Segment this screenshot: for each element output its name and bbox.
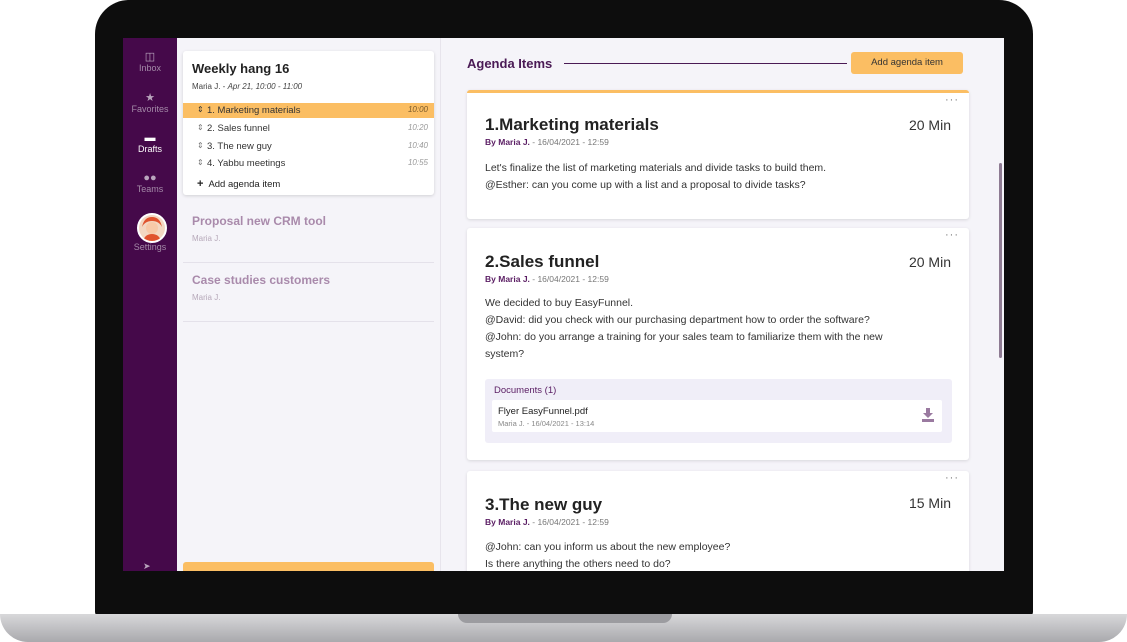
author-name: Maria J. (498, 137, 530, 147)
agenda-item-body: @John: can you inform us about the new e… (485, 539, 955, 571)
agenda-item-author: By Maria J. - 16/04/2021 - 12:59 (485, 274, 609, 284)
agenda-item-body: We decided to buy EasyFunnel. @David: di… (485, 295, 955, 363)
reorder-icon[interactable]: ⇕ (197, 123, 204, 132)
rail-item-settings[interactable]: Settings (123, 242, 177, 252)
agenda-row-label: 3. The new guy (207, 141, 272, 152)
folder-icon: ▬ (144, 132, 156, 144)
new-meeting-button[interactable] (183, 562, 434, 571)
rail-label: Inbox (138, 63, 162, 73)
agenda-row-label: 2. Sales funnel (207, 123, 270, 134)
teams-icon: ●● (143, 172, 157, 184)
body-line: Is there anything the others need to do? (485, 558, 671, 570)
rail-item-inbox[interactable]: ◫ Inbox (123, 51, 177, 73)
author-date: - 16/04/2021 - 12:59 (529, 517, 609, 527)
rail-label: Favorites (131, 104, 169, 114)
logout-icon[interactable]: ➤ (143, 561, 151, 571)
agenda-row[interactable]: ⇕ 4. Yabbu meetings 10:55 (183, 156, 434, 171)
meeting-organizer: Maria J. (192, 82, 221, 91)
more-options-icon[interactable]: ··· (945, 94, 959, 106)
nav-rail: ◫ Inbox ★ Favorites ▬ Drafts ●● Teams Se… (123, 38, 177, 571)
add-agenda-label: Add agenda item (208, 179, 281, 190)
body-line: We decided to buy EasyFunnel. (485, 297, 634, 309)
documents-title: Documents (1) (494, 385, 557, 396)
rail-label: Teams (136, 184, 164, 194)
agenda-row-time: 10:00 (407, 105, 428, 114)
laptop-notch (458, 614, 672, 623)
panel-title: Agenda Items (467, 56, 553, 71)
author-name: Maria J. (498, 517, 530, 527)
agenda-row[interactable]: ⇕ 1. Marketing materials 10:00 (183, 103, 434, 118)
agenda-item-title: 2.Sales funnel (485, 252, 600, 271)
by-prefix: By (485, 517, 496, 527)
rail-label: Settings (133, 242, 167, 252)
agenda-item-duration: 20 Min (908, 254, 951, 270)
app-screen: ◫ Inbox ★ Favorites ▬ Drafts ●● Teams Se… (123, 38, 1004, 571)
agenda-row-time: 10:40 (407, 141, 428, 150)
agenda-item-card[interactable]: ··· 3.The new guy 15 Min By Maria J. - 1… (467, 471, 969, 571)
reorder-icon[interactable]: ⇕ (197, 105, 204, 114)
meeting-card-title: Case studies customers (192, 273, 331, 287)
agenda-item-title: 1.Marketing materials (485, 115, 659, 134)
agenda-row-label: 1. Marketing materials (207, 105, 301, 116)
meeting-subtitle: Maria J. - Apr 21, 10:00 - 11:00 (192, 82, 302, 91)
meetings-list: Weekly hang 16 Maria J. - Apr 21, 10:00 … (177, 38, 440, 571)
agenda-panel: Agenda Items Add agenda item ··· 1.Marke… (441, 38, 1004, 571)
star-icon: ★ (145, 92, 155, 104)
rail-item-drafts[interactable]: ▬ Drafts (123, 132, 177, 154)
documents-section: Documents (1) Flyer EasyFunnel.pdf Maria… (485, 379, 952, 443)
document-name: Flyer EasyFunnel.pdf (498, 406, 588, 417)
agenda-row-time: 10:20 (407, 123, 428, 132)
agenda-item-author: By Maria J. - 16/04/2021 - 12:59 (485, 517, 609, 527)
header-rule (564, 63, 847, 64)
more-options-icon[interactable]: ··· (945, 472, 959, 484)
agenda-row[interactable]: ⇕ 2. Sales funnel 10:20 (183, 121, 434, 136)
meeting-card-organizer: Maria J. (192, 234, 221, 243)
document-file[interactable]: Flyer EasyFunnel.pdf Maria J. - 16/04/20… (492, 400, 942, 432)
add-agenda-item-link[interactable]: + Add agenda item (197, 178, 280, 190)
agenda-item-card[interactable]: ··· 2.Sales funnel 20 Min By Maria J. - … (467, 228, 969, 460)
avatar-image (139, 215, 165, 241)
body-line: @David: did you check with our purchasin… (485, 314, 870, 326)
author-name: Maria J. (498, 274, 530, 284)
more-options-icon[interactable]: ··· (945, 229, 959, 241)
reorder-icon[interactable]: ⇕ (197, 158, 204, 167)
meeting-card[interactable]: Proposal new CRM tool Maria J. (183, 208, 434, 263)
meeting-title: Weekly hang 16 (192, 61, 290, 76)
meeting-card-title: Proposal new CRM tool (192, 214, 327, 228)
body-line: system? (485, 348, 525, 360)
agenda-item-duration: 15 Min (908, 495, 951, 511)
meeting-card-organizer: Maria J. (192, 293, 221, 302)
meeting-separator: - (220, 82, 228, 91)
document-meta: Maria J. - 16/04/2021 - 13:14 (498, 419, 595, 428)
inbox-icon: ◫ (144, 51, 156, 63)
body-line: @John: can you inform us about the new e… (485, 541, 731, 553)
avatar[interactable] (137, 213, 167, 243)
agenda-item-title: 3.The new guy (485, 495, 603, 514)
reorder-icon[interactable]: ⇕ (197, 141, 204, 150)
add-agenda-item-button[interactable]: Add agenda item (851, 52, 963, 74)
agenda-row[interactable]: ⇕ 3. The new guy 10:40 (183, 139, 434, 154)
download-icon[interactable] (922, 408, 934, 422)
body-line: @John: do you arrange a training for you… (485, 331, 883, 343)
body-line: Let's finalize the list of marketing mat… (485, 162, 827, 174)
agenda-item-card[interactable]: ··· 1.Marketing materials 20 Min By Mari… (467, 90, 969, 219)
author-date: - 16/04/2021 - 12:59 (529, 137, 609, 147)
by-prefix: By (485, 274, 496, 284)
author-date: - 16/04/2021 - 12:59 (529, 274, 609, 284)
meeting-card-active[interactable]: Weekly hang 16 Maria J. - Apr 21, 10:00 … (183, 51, 434, 195)
rail-item-favorites[interactable]: ★ Favorites (123, 92, 177, 114)
agenda-item-duration: 20 Min (908, 117, 951, 133)
body-line: @Esther: can you come up with a list and… (485, 179, 806, 191)
by-prefix: By (485, 137, 496, 147)
meeting-time: Apr 21, 10:00 - 11:00 (227, 82, 303, 91)
plus-icon: + (197, 178, 204, 190)
meeting-card[interactable]: Case studies customers Maria J. (183, 267, 434, 322)
agenda-item-author: By Maria J. - 16/04/2021 - 12:59 (485, 137, 609, 147)
agenda-item-body: Let's finalize the list of marketing mat… (485, 160, 955, 194)
rail-label: Drafts (137, 144, 162, 154)
rail-item-teams[interactable]: ●● Teams (123, 172, 177, 194)
agenda-row-label: 4. Yabbu meetings (207, 158, 286, 169)
agenda-row-time: 10:55 (407, 158, 428, 167)
scrollbar[interactable] (999, 163, 1002, 358)
